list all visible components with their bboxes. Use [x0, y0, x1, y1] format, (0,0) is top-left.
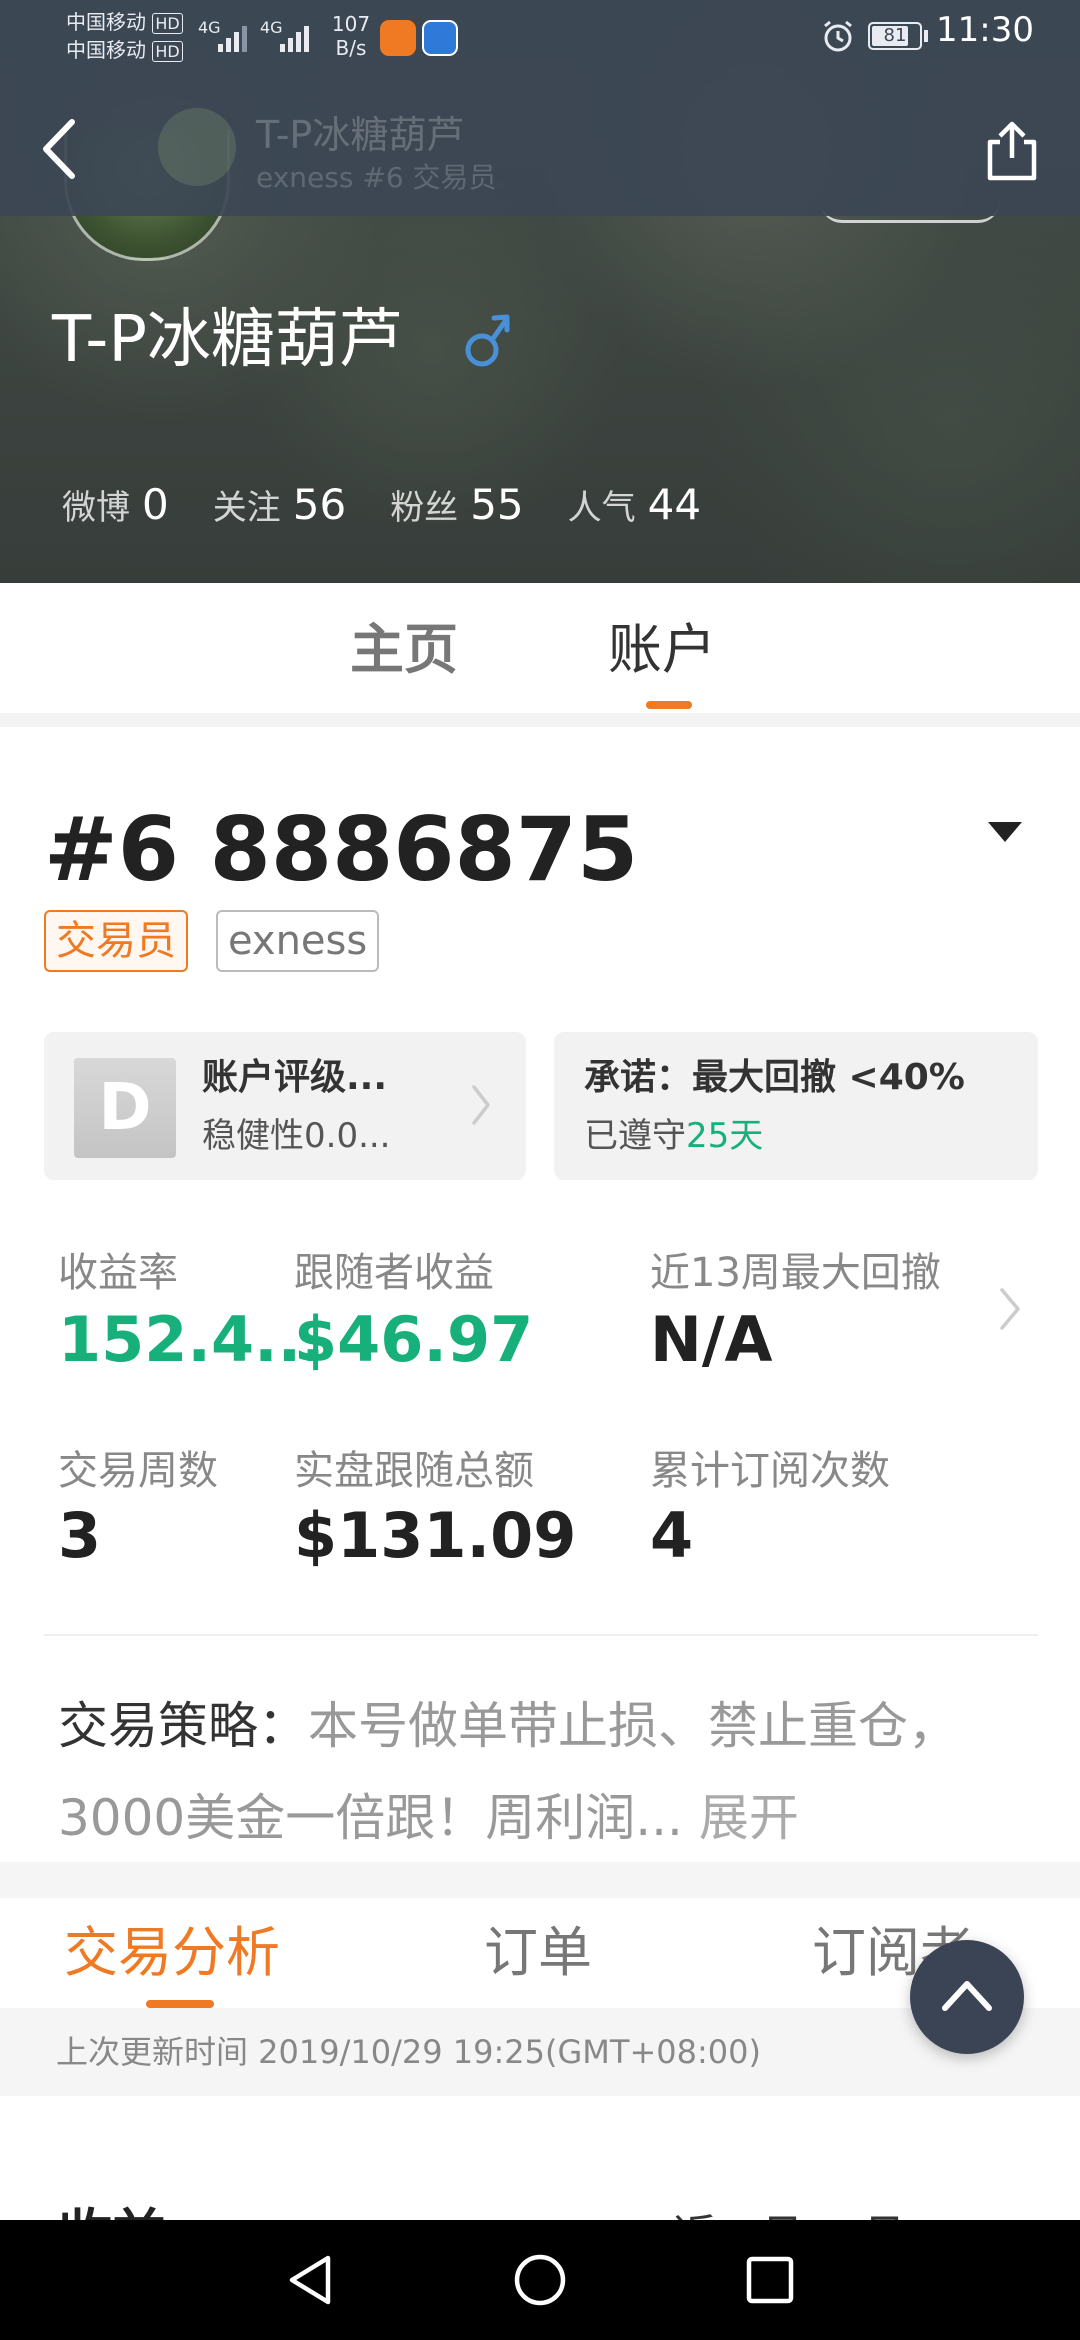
signal-icon [218, 26, 247, 52]
rating-subtitle: 稳健性0.0... [202, 1116, 391, 1156]
stat-value: 44 [647, 480, 702, 529]
subscriptions-value: 4 [650, 1499, 694, 1572]
follow-total-value: $131.09 [294, 1499, 577, 1572]
broker-badge: exness [216, 910, 380, 972]
stat-weibo[interactable]: 微博 0 [62, 480, 169, 529]
yield-label: 收益率 [58, 1250, 178, 1296]
back-triangle-icon[interactable] [284, 2252, 336, 2308]
net-speed: 107 B/s [331, 12, 371, 60]
last-updated-text: 上次更新时间 2019/10/29 19:25(GMT+08:00) [56, 2033, 761, 2071]
max-drawdown-value[interactable]: N/A [650, 1304, 773, 1376]
tab-active-indicator [646, 701, 692, 709]
yield-value: 152.4... [58, 1303, 325, 1376]
carrier-2: 中国移动 HD [66, 38, 183, 64]
profile-stats: 微博 0 关注 56 粉丝 55 人气 44 [62, 480, 745, 540]
chevron-right-icon[interactable] [998, 1286, 1022, 1332]
stat-label: 微博 [62, 488, 130, 528]
follow-total-label: 实盘跟随总额 [294, 1448, 534, 1494]
max-drawdown-label[interactable]: 近13周最大回撤 [650, 1248, 941, 1298]
carrier-1: 中国移动 HD [66, 10, 183, 36]
section-separator [0, 1862, 1080, 1898]
promise-status: 已遵守25天 [584, 1114, 763, 1158]
signal-icon [280, 26, 309, 52]
subtab-active-indicator [146, 2000, 214, 2008]
nav-title: T-P冰糖葫芦 [256, 113, 465, 157]
stat-popularity: 人气 44 [568, 480, 701, 529]
strategy-label: 交易策略： [58, 1697, 308, 1755]
promise-prefix: 已遵守 [584, 1116, 686, 1156]
expand-link[interactable]: 展开 [699, 1789, 799, 1847]
stat-value: 0 [142, 480, 169, 529]
tab-trade-analysis[interactable]: 交易分析 [64, 1918, 280, 1988]
home-circle-icon[interactable] [512, 2252, 568, 2308]
tab-account[interactable]: 账户 [608, 610, 716, 690]
stat-value: 55 [470, 480, 524, 529]
rating-grade: D [74, 1058, 176, 1158]
alarm-icon [824, 20, 852, 52]
chevron-up-icon [942, 1981, 992, 2011]
uc-browser-icon [380, 20, 416, 56]
account-dropdown-icon[interactable] [986, 818, 1024, 846]
account-number: #6 8886875 [44, 798, 639, 901]
nav-subtitle: exness #6 交易员 [256, 161, 497, 194]
rating-title: 账户评级... [202, 1057, 388, 1098]
section-separator [0, 713, 1080, 727]
clock: 11:30 [936, 10, 1034, 50]
follower-profit-label: 跟随者收益 [294, 1250, 494, 1296]
promise-title: 承诺：最大回撤 <40% [584, 1057, 965, 1098]
divider [44, 1634, 1038, 1636]
stat-label: 粉丝 [390, 488, 459, 528]
strategy-text: 交易策略：本号做单带止损、禁止重仓，3000美金一倍跟！周利润... 展开 [58, 1680, 998, 1864]
battery-level: 81 [883, 25, 907, 46]
stat-following[interactable]: 关注 56 [213, 480, 346, 529]
chevron-right-icon [472, 1085, 490, 1125]
app-notification-icon [422, 20, 458, 56]
share-icon[interactable] [984, 118, 1040, 182]
battery-tip [924, 30, 928, 42]
battery-icon: 81 [868, 22, 922, 50]
scroll-top-button[interactable] [910, 1940, 1024, 2054]
promise-days: 25天 [686, 1116, 764, 1156]
male-icon [465, 314, 510, 367]
tab-home[interactable]: 主页 [350, 610, 458, 690]
stat-followers[interactable]: 粉丝 55 [390, 480, 523, 529]
stat-label: 关注 [212, 488, 281, 528]
main-tabs [0, 583, 1080, 713]
stat-label: 人气 [567, 488, 636, 528]
nav-avatar [158, 108, 236, 186]
stat-value: 56 [292, 480, 347, 529]
recents-square-icon[interactable] [744, 2254, 796, 2306]
subscriptions-label: 累计订阅次数 [650, 1448, 890, 1494]
follower-profit-value: $46.97 [294, 1303, 534, 1376]
trade-weeks-value: 3 [58, 1499, 102, 1572]
tab-orders[interactable]: 订单 [484, 1918, 592, 1988]
back-icon[interactable] [36, 116, 86, 182]
role-badge: 交易员 [44, 910, 188, 972]
profile-name: T-P冰糖葫芦 [52, 303, 403, 377]
trade-weeks-label: 交易周数 [58, 1448, 218, 1494]
